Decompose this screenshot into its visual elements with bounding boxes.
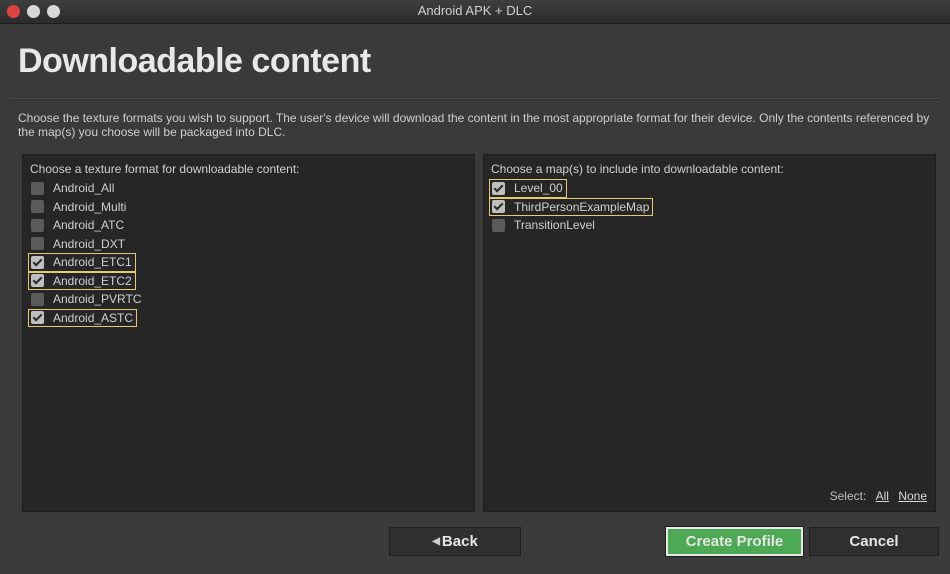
texture-format-checkbox[interactable] [31, 255, 44, 269]
select-none-link[interactable]: None [898, 489, 927, 503]
texture-format-checkbox[interactable] [31, 274, 44, 288]
map-checkbox[interactable] [492, 200, 505, 214]
select-label: Select: [829, 489, 867, 503]
window-title: Android APK + DLC [417, 3, 533, 18]
header-divider [10, 98, 940, 100]
texture-format-item[interactable]: Android_ETC2 [28, 271, 136, 290]
page-description: Choose the texture formats you wish to s… [18, 111, 930, 139]
texture-format-item[interactable]: Android_All [29, 179, 145, 198]
texture-format-item-label: Android_ETC2 [53, 273, 132, 288]
title-bar: Android APK + DLC [0, 0, 950, 24]
texture-format-checkbox[interactable] [31, 237, 44, 251]
texture-format-item[interactable]: Android_PVRTC [29, 290, 145, 309]
texture-format-item[interactable]: Android_DXT [29, 235, 145, 254]
back-button-label: Back [441, 533, 478, 550]
cancel-button[interactable]: Cancel [809, 527, 939, 556]
texture-format-item-label: Android_ETC1 [53, 255, 132, 270]
texture-format-checkbox[interactable] [31, 311, 44, 325]
texture-format-item-label: Android_DXT [53, 236, 126, 251]
map-item[interactable]: Level_00 [489, 179, 567, 198]
create-profile-button[interactable]: Create Profile [666, 527, 803, 556]
page-title: Downloadable content [18, 42, 371, 80]
cancel-button-label: Cancel [849, 533, 899, 550]
texture-format-list: Android_All Android_Multi Android_ATC Andro… [28, 179, 145, 327]
map-item[interactable]: ThirdPersonExampleMap [489, 197, 654, 216]
texture-format-item-label: Android_ATC [53, 218, 125, 233]
map-item[interactable]: TransitionLevel [490, 216, 653, 235]
map-item-label: ThirdPersonExampleMap [514, 199, 650, 214]
create-profile-label: Create Profile [685, 533, 784, 550]
texture-format-label: Choose a texture format for downloadable… [30, 162, 300, 176]
map-checkbox[interactable] [492, 181, 505, 195]
select-all-link[interactable]: All [876, 489, 889, 503]
back-button[interactable]: ◀ Back [389, 527, 521, 556]
texture-format-item-label: Android_All [53, 181, 115, 196]
texture-format-checkbox[interactable] [31, 200, 44, 214]
map-item-label: TransitionLevel [514, 218, 595, 233]
back-arrow-icon: ◀ [432, 536, 440, 547]
map-item-label: Level_00 [514, 181, 563, 196]
texture-format-item[interactable]: Android_Multi [29, 198, 145, 217]
texture-format-item-label: Android_Multi [53, 199, 127, 214]
map-list: Level_00 ThirdPersonExampleMap TransitionL… [489, 179, 654, 235]
texture-format-panel: Choose a texture format for downloadable… [22, 154, 475, 512]
texture-format-item[interactable]: Android_ATC [29, 216, 145, 235]
map-checkbox[interactable] [492, 218, 505, 232]
map-label: Choose a map(s) to include into download… [491, 162, 784, 176]
texture-format-item[interactable]: Android_ETC1 [28, 253, 136, 272]
texture-format-item-label: Android_ASTC [53, 310, 134, 325]
texture-format-item-label: Android_PVRTC [53, 292, 142, 307]
texture-format-item[interactable]: Android_ASTC [28, 308, 138, 327]
map-panel: Choose a map(s) to include into download… [483, 154, 936, 512]
select-row: Select: All None [830, 489, 927, 503]
texture-format-checkbox[interactable] [31, 218, 44, 232]
texture-format-checkbox[interactable] [31, 181, 44, 195]
texture-format-checkbox[interactable] [31, 292, 44, 306]
